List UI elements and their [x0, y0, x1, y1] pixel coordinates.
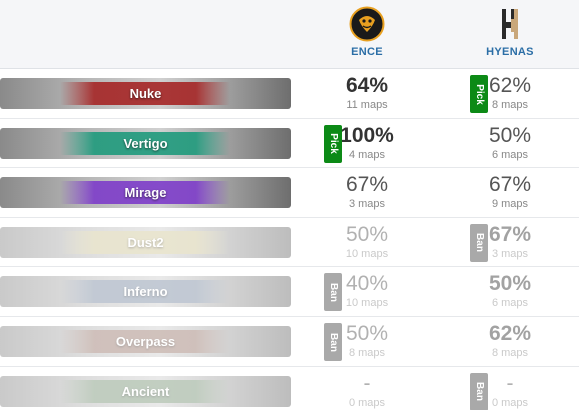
maps-played: 9 maps [491, 198, 529, 211]
team-hyenas[interactable]: HYENAS [445, 0, 575, 69]
map-name: Ancient [121, 383, 170, 399]
map-banner[interactable]: Vertigo [0, 127, 291, 159]
maps-played: 8 maps [491, 347, 529, 359]
map-name: Vertigo [123, 135, 168, 151]
maps-played: 0 maps [491, 396, 529, 409]
map-row-nuke[interactable]: Nuke 64% 11 maps 62% 8 maps Pick [0, 69, 579, 119]
maps-played: 3 maps [348, 198, 386, 211]
ban-badge: Ban [324, 323, 342, 361]
ban-badge-label: Ban [327, 282, 339, 302]
map-banner[interactable]: Dust2 [0, 226, 291, 258]
maps-played: 0 maps [348, 396, 386, 409]
pick-badge: Pick [470, 75, 488, 113]
map-banner[interactable]: Mirage [0, 177, 291, 209]
stat-hyenas: -0 maps [445, 371, 575, 410]
stat-ence: 50% 10 maps [302, 222, 432, 261]
win-percentage: - [363, 371, 371, 395]
pick-badge: Pick [324, 124, 342, 163]
maps-played: 8 maps [491, 99, 529, 111]
maps-played: 11 maps [346, 99, 388, 111]
win-percentage: 67% [345, 173, 389, 197]
maps-played: 6 maps [491, 297, 529, 310]
stat-ence: 67% 3 maps [302, 172, 432, 211]
stat-ence: 50% 8 maps [302, 321, 432, 360]
win-percentage: 50% [488, 123, 532, 147]
pick-badge-label: Pick [473, 83, 485, 105]
map-row-mirage[interactable]: Mirage 67% 3 maps 67% 9 maps [0, 168, 579, 218]
win-percentage: 50% [345, 322, 389, 345]
ban-badge-label: Ban [473, 382, 485, 402]
map-banner[interactable]: Overpass [0, 326, 291, 357]
veto-header: ENCE HYENAS [0, 0, 579, 69]
maps-played: 6 maps [491, 148, 529, 161]
win-percentage: 64% [345, 74, 389, 97]
map-row-inferno[interactable]: Inferno 40% 10 maps 50% 6 maps Ban [0, 267, 579, 317]
win-percentage: 50% [345, 222, 389, 246]
maps-played: 10 maps [345, 247, 389, 260]
ban-badge-label: Ban [473, 233, 485, 253]
stat-ence: -0 maps [302, 371, 432, 410]
win-percentage: 62% [488, 74, 532, 97]
map-banner[interactable]: Ancient [0, 375, 291, 407]
win-percentage: 67% [488, 173, 532, 197]
stat-ence: 64% 11 maps [302, 73, 432, 112]
stat-ence: 100% 4 maps [302, 123, 432, 162]
stat-hyenas: 67% 3 maps [445, 222, 575, 261]
team-name-hyenas: HYENAS [486, 46, 534, 58]
ban-badge: Ban [324, 273, 342, 312]
ence-logo-icon [349, 6, 385, 42]
stat-hyenas: 50% 6 maps [445, 271, 575, 310]
maps-played: 3 maps [491, 247, 529, 260]
map-name: Mirage [124, 185, 167, 201]
maps-played: 10 maps [345, 297, 389, 310]
map-row-ancient[interactable]: Ancient -0 maps -0 maps Ban [0, 367, 579, 410]
stat-ence: 40% 10 maps [302, 271, 432, 310]
map-name: Dust2 [127, 234, 164, 250]
win-percentage: 50% [488, 272, 532, 296]
stat-hyenas: 50% 6 maps [445, 123, 575, 162]
win-percentage: 40% [345, 272, 389, 296]
hyenas-logo-icon [502, 9, 518, 39]
ban-badge-label: Ban [327, 332, 339, 352]
stat-hyenas: 67% 9 maps [445, 172, 575, 211]
win-percentage: 100% [340, 123, 394, 147]
team-name-ence: ENCE [351, 46, 383, 58]
stat-hyenas: 62% 8 maps [445, 321, 575, 360]
win-percentage: - [506, 371, 514, 395]
map-row-dust2[interactable]: Dust2 50% 10 maps 67% 3 maps Ban [0, 218, 579, 268]
stat-hyenas: 62% 8 maps [445, 73, 575, 112]
maps-played: 8 maps [348, 347, 386, 359]
win-percentage: 62% [488, 322, 532, 345]
pick-badge-label: Pick [327, 133, 339, 154]
map-banner[interactable]: Inferno [0, 276, 291, 308]
map-name: Overpass [115, 334, 176, 349]
map-name: Inferno [123, 284, 168, 300]
team-ence[interactable]: ENCE [302, 0, 432, 69]
ban-badge: Ban [470, 223, 488, 262]
map-name: Nuke [129, 86, 162, 101]
ban-badge: Ban [470, 372, 488, 410]
map-banner[interactable]: Nuke [0, 78, 291, 109]
map-row-overpass[interactable]: Overpass 50% 8 maps 62% 8 maps Ban [0, 317, 579, 367]
maps-played: 4 maps [348, 148, 386, 161]
map-row-vertigo[interactable]: Vertigo 100% 4 maps 50% 6 maps Pick [0, 119, 579, 169]
win-percentage: 67% [488, 222, 532, 246]
